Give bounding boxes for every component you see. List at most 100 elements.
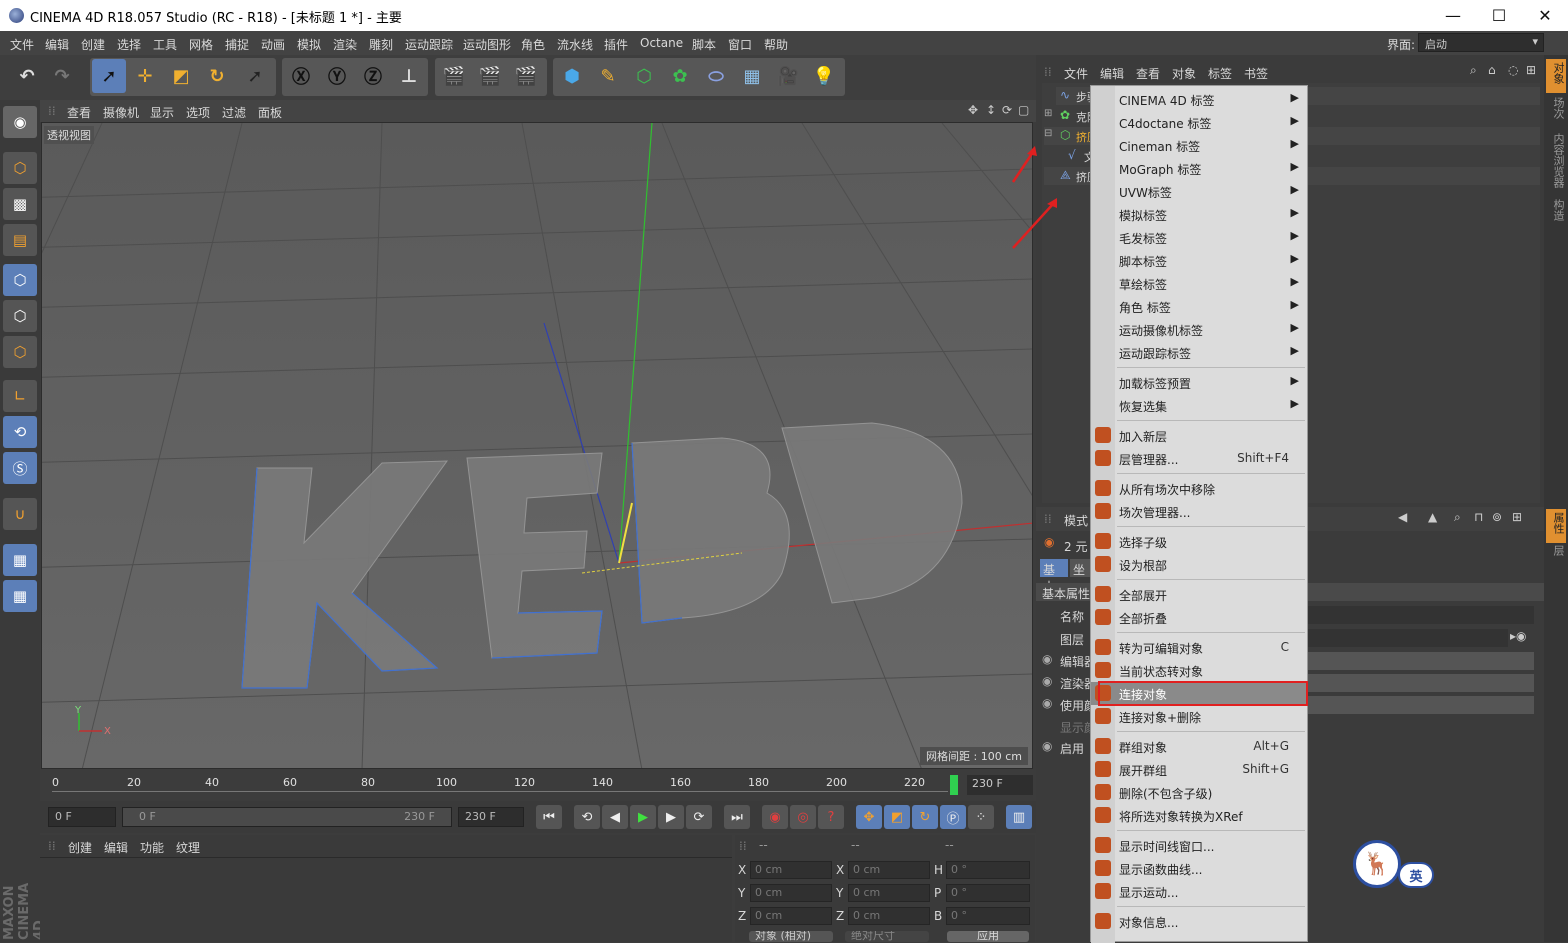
render-picture-viewer-icon[interactable]: 🎬 <box>473 59 507 93</box>
coordinate-system-icon[interactable]: ⊥ <box>392 59 426 93</box>
collapse-icon[interactable]: ⊟ <box>1044 128 1052 139</box>
viewport-menu-display[interactable]: 显示 <box>150 104 174 121</box>
material-menu-create[interactable]: 创建 <box>68 839 92 856</box>
context-menu-item[interactable]: 模拟标签 ▶ <box>1091 203 1307 226</box>
go-to-end-icon[interactable]: ⏭ <box>724 805 750 829</box>
viewport-menu-panel[interactable]: 面板 <box>258 104 282 121</box>
position-x-field[interactable]: 0 cm <box>750 861 832 879</box>
model-mode-icon[interactable]: ⬡ <box>3 152 37 184</box>
context-menu-item[interactable]: 显示时间线窗口... <box>1091 834 1307 857</box>
undo-icon[interactable]: ↶ <box>10 59 44 93</box>
keyframe-selection-icon[interactable]: ? <box>818 805 844 829</box>
timeline-end-field[interactable]: 230 F <box>967 775 1033 795</box>
rotation-b-field[interactable]: 0 ° <box>946 907 1030 925</box>
live-select-icon[interactable]: ➚ <box>238 59 272 93</box>
polygons-mode-icon[interactable]: ⬡ <box>3 336 37 368</box>
side-tab-objects[interactable]: 对象 <box>1546 59 1566 93</box>
menu-script[interactable]: 脚本 <box>692 36 716 53</box>
radio-icon[interactable]: ◉ <box>1042 696 1052 710</box>
context-menu-item[interactable]: 全部折叠 <box>1091 606 1307 629</box>
context-menu-item[interactable]: Cineman 标签 ▶ <box>1091 134 1307 157</box>
rotation-h-field[interactable]: 0 ° <box>946 861 1030 879</box>
play-icon[interactable]: ▶ <box>630 805 656 829</box>
auto-key-icon[interactable]: ◎ <box>790 805 816 829</box>
next-key-icon[interactable]: ⟳ <box>686 805 712 829</box>
minimize-button[interactable]: — <box>1430 0 1476 31</box>
frame-range-slider[interactable]: 0 F 230 F <box>122 807 452 827</box>
menu-character[interactable]: 角色 <box>521 36 545 53</box>
side-tab-attributes[interactable]: 属性 <box>1546 509 1566 543</box>
object-menu-file[interactable]: 文件 <box>1064 65 1088 82</box>
layer-input[interactable] <box>1308 629 1508 647</box>
menu-create[interactable]: 创建 <box>81 36 105 53</box>
close-button[interactable]: ✕ <box>1522 0 1568 31</box>
context-menu-item[interactable]: 删除(不包含子级) <box>1091 781 1307 804</box>
menu-motion-tracking[interactable]: 运动跟踪 <box>405 36 453 53</box>
timeline-ruler[interactable]: 0 20 40 60 80 100 120 140 160 180 200 22… <box>40 771 1036 799</box>
expand-icon[interactable]: ⊞ <box>1044 108 1052 119</box>
size-y-field[interactable]: 0 cm <box>848 884 930 902</box>
tweak-mode-icon[interactable]: ⟲ <box>3 416 37 448</box>
redo-icon[interactable]: ↷ <box>45 59 79 93</box>
context-menu-item[interactable]: 展开群组 Shift+G <box>1091 758 1307 781</box>
key-parameter-icon[interactable]: Ⓟ <box>940 805 966 829</box>
context-menu-item[interactable]: 全部展开 <box>1091 583 1307 606</box>
eye-icon[interactable]: ◌ <box>1508 63 1518 77</box>
x-axis-lock-icon[interactable]: Ⓧ <box>284 59 318 93</box>
menu-render[interactable]: 渲染 <box>333 36 357 53</box>
max-frame-field[interactable]: 230 F <box>458 807 524 827</box>
menu-window[interactable]: 窗口 <box>728 36 752 53</box>
axis-mode-icon[interactable]: ∟ <box>3 380 37 412</box>
context-menu-item[interactable]: 加载标签预置 ▶ <box>1091 371 1307 394</box>
position-z-field[interactable]: 0 cm <box>750 907 832 925</box>
rotation-p-field[interactable]: 0 ° <box>946 884 1030 902</box>
attribute-mode-menu[interactable]: 模式 <box>1064 512 1088 529</box>
menu-mesh[interactable]: 网格 <box>189 36 213 53</box>
maximize-button[interactable]: ☐ <box>1476 0 1522 31</box>
object-menu-edit[interactable]: 编辑 <box>1100 65 1124 82</box>
side-tab-content-browser[interactable]: 内容浏览器 <box>1546 133 1566 197</box>
render-view-icon[interactable]: 🎬 <box>437 59 471 93</box>
cloner-icon[interactable]: ✿ <box>663 59 697 93</box>
menu-snap[interactable]: 捕捉 <box>225 36 249 53</box>
make-editable-icon[interactable]: ◉ <box>3 106 37 138</box>
context-menu-item[interactable]: 当前状态转对象 <box>1091 659 1307 682</box>
viewport-menu-options[interactable]: 选项 <box>186 104 210 121</box>
key-pla-icon[interactable]: ⁘ <box>968 805 994 829</box>
context-menu-item[interactable]: 草绘标签 ▶ <box>1091 272 1307 295</box>
points-mode-icon[interactable]: ⬡ <box>3 264 37 296</box>
menu-mograph[interactable]: 运动图形 <box>463 36 511 53</box>
context-menu-item[interactable]: 设为根部 <box>1091 553 1307 576</box>
current-frame-field[interactable]: 0 F <box>48 807 116 827</box>
coord-apply-button[interactable]: 应用 <box>947 931 1029 942</box>
menu-tools[interactable]: 工具 <box>153 36 177 53</box>
back-arrow-icon[interactable]: ◀ <box>1398 510 1407 524</box>
viewport-maximize-icon[interactable]: ▢ <box>1018 103 1029 117</box>
context-menu-item[interactable]: 将所选对象转换为XRef <box>1091 804 1307 827</box>
prev-key-icon[interactable]: ⟲ <box>574 805 600 829</box>
menu-file[interactable]: 文件 <box>10 36 34 53</box>
object-menu-objects[interactable]: 对象 <box>1172 65 1196 82</box>
search-icon[interactable]: ⌕ <box>1470 63 1477 78</box>
cube-icon[interactable]: ⬢ <box>555 59 589 93</box>
tab-basic[interactable]: 基本 <box>1040 559 1068 594</box>
coord-size-select[interactable]: 绝对尺寸 <box>845 931 929 942</box>
object-menu-view[interactable]: 查看 <box>1136 65 1160 82</box>
context-menu-item[interactable]: 运动摄像机标签 ▶ <box>1091 318 1307 341</box>
context-menu-item[interactable]: 运动跟踪标签 ▶ <box>1091 341 1307 364</box>
key-scale-icon[interactable]: ◩ <box>884 805 910 829</box>
subdivision-icon[interactable]: ⬡ <box>627 59 661 93</box>
context-menu-item[interactable]: 毛发标签 ▶ <box>1091 226 1307 249</box>
menu-pipeline[interactable]: 流水线 <box>557 36 593 53</box>
radio-icon[interactable]: ◉ <box>1042 652 1052 666</box>
context-menu-item[interactable]: C4doctane 标签 ▶ <box>1091 111 1307 134</box>
next-frame-icon[interactable]: ▶ <box>658 805 684 829</box>
solo-icon[interactable]: Ⓢ <box>3 452 37 484</box>
menu-edit[interactable]: 编辑 <box>45 36 69 53</box>
workplane-icon[interactable]: ▤ <box>3 224 37 256</box>
object-menu-tags[interactable]: 标签 <box>1208 65 1232 82</box>
context-menu-item[interactable]: 恢复选集 ▶ <box>1091 394 1307 417</box>
lock-workplane-icon[interactable]: ▦ <box>3 544 37 576</box>
material-menu-function[interactable]: 功能 <box>140 839 164 856</box>
context-menu-item[interactable]: 选择子级 <box>1091 530 1307 553</box>
